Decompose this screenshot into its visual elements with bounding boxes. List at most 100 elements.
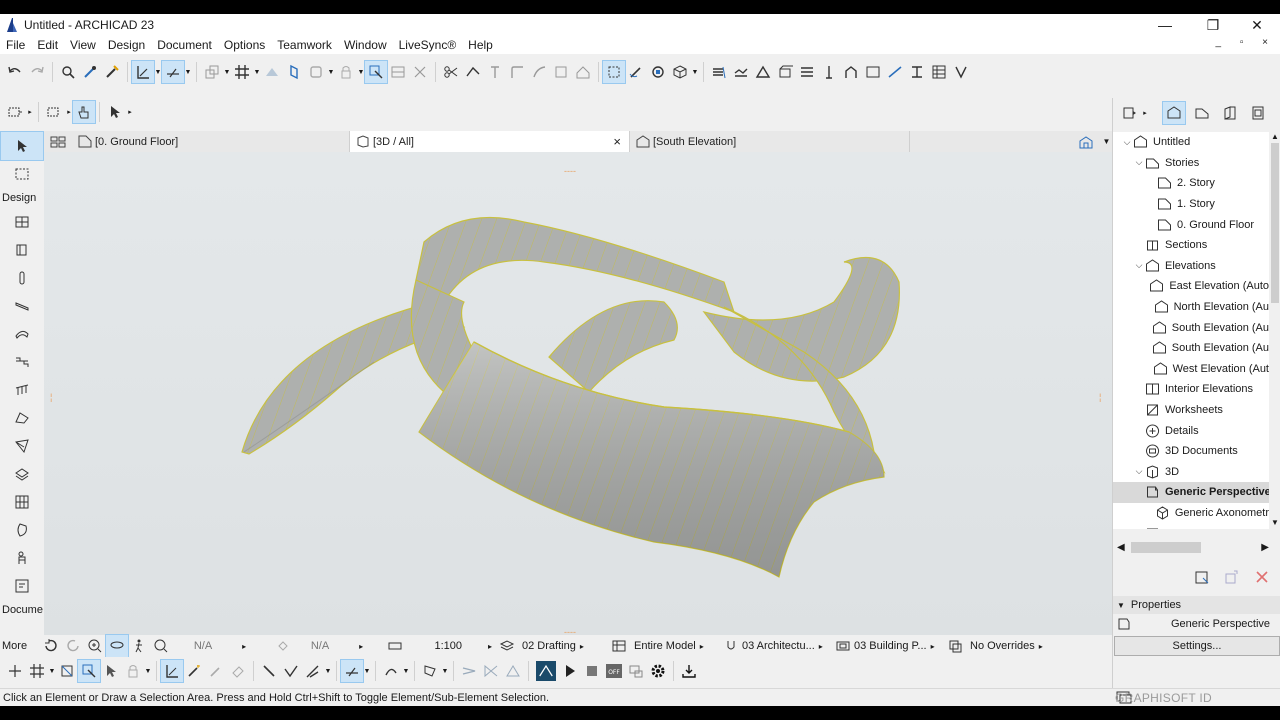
menu-help[interactable]: Help bbox=[462, 38, 499, 52]
tree-item[interactable]: South Elevation (Au bbox=[1113, 317, 1269, 338]
layers-icon[interactable] bbox=[283, 61, 305, 83]
snap-dropdown-icon[interactable]: ▼ bbox=[184, 69, 192, 76]
room-tool-icon[interactable] bbox=[840, 61, 862, 83]
model-view-dropdown-icon[interactable]: ▼ bbox=[327, 69, 335, 76]
layer-settings-icon[interactable] bbox=[708, 61, 730, 83]
angle-value[interactable]: N/A ▸ bbox=[294, 635, 384, 657]
zone-tool-icon[interactable] bbox=[0, 572, 44, 600]
scissors-icon[interactable] bbox=[440, 61, 462, 83]
column-tool-icon[interactable] bbox=[0, 236, 44, 264]
worksheet-icon[interactable] bbox=[884, 61, 906, 83]
publisher-sets-icon[interactable] bbox=[1247, 102, 1269, 124]
roof-tool-icon[interactable] bbox=[0, 320, 44, 348]
view-map-icon[interactable] bbox=[1191, 102, 1213, 124]
tree-expander-icon[interactable]: ⌵ bbox=[1133, 157, 1145, 168]
railing-tool-icon[interactable] bbox=[0, 376, 44, 404]
tab-close-icon[interactable]: × bbox=[613, 134, 621, 149]
guide-3d-icon[interactable] bbox=[160, 659, 184, 683]
menu-options[interactable]: Options bbox=[218, 38, 271, 52]
model-view-options-icon[interactable] bbox=[832, 635, 854, 657]
tree-item[interactable]: West Elevation (Aut bbox=[1113, 359, 1269, 380]
fillet-icon[interactable] bbox=[506, 61, 528, 83]
renovation-icon[interactable] bbox=[774, 61, 796, 83]
zoom-in-icon[interactable] bbox=[84, 635, 106, 657]
export-icon[interactable] bbox=[678, 660, 700, 682]
tree-item[interactable]: Sections bbox=[1113, 235, 1269, 256]
shell-tool-icon[interactable] bbox=[0, 404, 44, 432]
curve-icon[interactable] bbox=[380, 660, 402, 682]
graphic-override-combo[interactable]: No Overrides ▸ bbox=[966, 635, 1056, 657]
arrow-dropdown-icon[interactable]: ▸ bbox=[126, 108, 134, 116]
undo-icon[interactable] bbox=[4, 61, 26, 83]
zoom-redo-icon[interactable] bbox=[62, 635, 84, 657]
tree-item[interactable]: Details bbox=[1113, 420, 1269, 441]
properties-header[interactable]: ▼ Properties bbox=[1113, 596, 1280, 614]
fill-icon[interactable] bbox=[205, 660, 227, 682]
grid-snap-icon[interactable] bbox=[231, 61, 253, 83]
off-toggle-icon[interactable]: OFF bbox=[603, 660, 625, 682]
hotlink-icon[interactable] bbox=[261, 61, 283, 83]
tab-3d-all[interactable]: [3D / All] × bbox=[350, 131, 630, 152]
menu-teamwork[interactable]: Teamwork bbox=[271, 38, 338, 52]
surfaces-icon[interactable] bbox=[796, 61, 818, 83]
section-icon[interactable] bbox=[862, 61, 884, 83]
dimension-icon[interactable] bbox=[818, 61, 840, 83]
arrow-tool-icon[interactable] bbox=[104, 101, 126, 123]
tree-expander-icon[interactable]: ⌵ bbox=[1121, 137, 1133, 148]
arrow-select-tool[interactable] bbox=[0, 131, 44, 161]
menu-window[interactable]: Window bbox=[338, 38, 393, 52]
more-label[interactable]: More bbox=[0, 640, 40, 652]
align-dropdown-icon[interactable]: ▼ bbox=[441, 668, 449, 675]
selection-method-icon[interactable] bbox=[4, 101, 26, 123]
tree-expander-icon[interactable]: ⌵ bbox=[1133, 260, 1145, 271]
close-button[interactable]: ✕ bbox=[1234, 14, 1280, 36]
tree-item[interactable]: 0. Ground Floor bbox=[1113, 214, 1269, 235]
angle-tool-icon[interactable] bbox=[302, 660, 324, 682]
groups-dropdown-icon[interactable]: ▼ bbox=[223, 69, 231, 76]
curtain-wall-tool-icon[interactable] bbox=[0, 488, 44, 516]
graphisoft-id-label[interactable]: GRAPHISOFT ID bbox=[1115, 691, 1212, 705]
adjust-icon[interactable] bbox=[462, 61, 484, 83]
3d-cutting-planes-icon[interactable] bbox=[56, 660, 78, 682]
pen-set-icon[interactable] bbox=[720, 635, 742, 657]
tree-item[interactable]: ⌵ Stories bbox=[1113, 153, 1269, 174]
clone-view-icon[interactable] bbox=[1221, 566, 1243, 588]
orbit-icon[interactable] bbox=[105, 634, 129, 658]
tab-south-elevation[interactable]: [South Elevation] bbox=[630, 131, 910, 152]
model-view-icon[interactable] bbox=[305, 61, 327, 83]
angle-dropdown-icon[interactable]: ▼ bbox=[324, 668, 332, 675]
design-section-label[interactable]: Design bbox=[0, 188, 44, 208]
tree-item[interactable]: 2. Story bbox=[1113, 173, 1269, 194]
tree-horizontal-scrollbar[interactable]: ◀ ▶ bbox=[1113, 539, 1280, 556]
rotate-view-icon[interactable] bbox=[647, 61, 669, 83]
snap-3d-icon[interactable] bbox=[340, 659, 364, 683]
3d-dropdown-icon[interactable]: ▼ bbox=[691, 69, 699, 76]
eraser-icon[interactable] bbox=[227, 660, 249, 682]
navigator-mode-icon[interactable] bbox=[1119, 102, 1141, 124]
layout-book-icon[interactable] bbox=[1219, 102, 1241, 124]
tree-item[interactable]: ⌵ 3D bbox=[1113, 462, 1269, 483]
line-tool-icon[interactable] bbox=[258, 660, 280, 682]
zoom-undo-icon[interactable] bbox=[40, 635, 62, 657]
select-in-3d-icon[interactable] bbox=[364, 60, 388, 84]
menu-livesync[interactable]: LiveSync® bbox=[393, 38, 463, 52]
lock-3d-dropdown-icon[interactable]: ▼ bbox=[144, 668, 152, 675]
graphic-override-icon[interactable] bbox=[752, 61, 774, 83]
model-filter[interactable]: Entire Model ▸ bbox=[630, 635, 720, 657]
tree-item[interactable]: East Elevation (Auto bbox=[1113, 276, 1269, 297]
stop-icon[interactable] bbox=[581, 660, 603, 682]
lock-dropdown-icon[interactable]: ▼ bbox=[357, 69, 365, 76]
navigator-mode-dropdown-icon[interactable]: ▸ bbox=[1141, 109, 1149, 117]
menu-edit[interactable]: Edit bbox=[31, 38, 64, 52]
distribute-icon[interactable] bbox=[458, 660, 480, 682]
intersect-icon[interactable] bbox=[550, 61, 572, 83]
snap-guides-icon[interactable] bbox=[161, 60, 185, 84]
3d-marquee-select-icon[interactable] bbox=[77, 659, 101, 683]
pen-sets-icon[interactable] bbox=[730, 61, 752, 83]
settings-button[interactable]: Settings... bbox=[1114, 636, 1280, 656]
walk-icon[interactable] bbox=[128, 635, 150, 657]
object-tool-icon[interactable] bbox=[0, 544, 44, 572]
tree-vertical-scrollbar[interactable]: ▲ ▼ bbox=[1269, 132, 1280, 529]
slab-tool-icon[interactable] bbox=[0, 292, 44, 320]
skylight-tool-icon[interactable] bbox=[0, 516, 44, 544]
